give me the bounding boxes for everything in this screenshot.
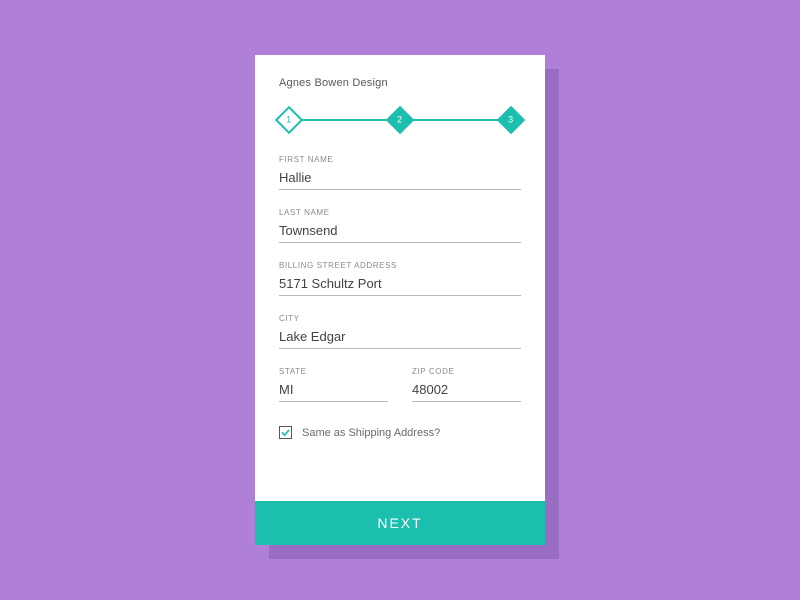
same-as-shipping-checkbox[interactable] <box>279 426 292 439</box>
step-2[interactable]: 2 <box>386 106 414 134</box>
last-name-input[interactable] <box>279 221 521 243</box>
next-button[interactable]: NEXT <box>255 501 545 545</box>
first-name-input[interactable] <box>279 168 521 190</box>
step-3[interactable]: 3 <box>497 106 525 134</box>
billing-street-input[interactable] <box>279 274 521 296</box>
billing-street-field: BILLING STREET ADDRESS <box>279 261 521 296</box>
brand-title: Agnes Bowen Design <box>279 77 521 89</box>
city-label: CITY <box>279 314 521 323</box>
billing-street-label: BILLING STREET ADDRESS <box>279 261 521 270</box>
city-field: CITY <box>279 314 521 349</box>
step-1[interactable]: 1 <box>275 106 303 134</box>
same-as-shipping-label: Same as Shipping Address? <box>302 427 440 439</box>
last-name-field: LAST NAME <box>279 208 521 243</box>
zip-input[interactable] <box>412 380 521 402</box>
last-name-label: LAST NAME <box>279 208 521 217</box>
first-name-field: FIRST NAME <box>279 155 521 190</box>
check-icon <box>281 428 290 437</box>
step-2-number: 2 <box>397 115 402 125</box>
state-input[interactable] <box>279 380 388 402</box>
same-as-shipping-row: Same as Shipping Address? <box>279 426 521 439</box>
step-3-number: 3 <box>508 115 513 125</box>
step-1-number: 1 <box>286 115 291 125</box>
zip-field: ZIP CODE <box>412 367 521 402</box>
city-input[interactable] <box>279 327 521 349</box>
state-field: STATE <box>279 367 388 402</box>
checkout-card: Agnes Bowen Design 1 2 3 FIRST NAME <box>255 55 545 545</box>
zip-label: ZIP CODE <box>412 367 521 376</box>
state-label: STATE <box>279 367 388 376</box>
progress-stepper: 1 2 3 <box>279 107 521 133</box>
first-name-label: FIRST NAME <box>279 155 521 164</box>
